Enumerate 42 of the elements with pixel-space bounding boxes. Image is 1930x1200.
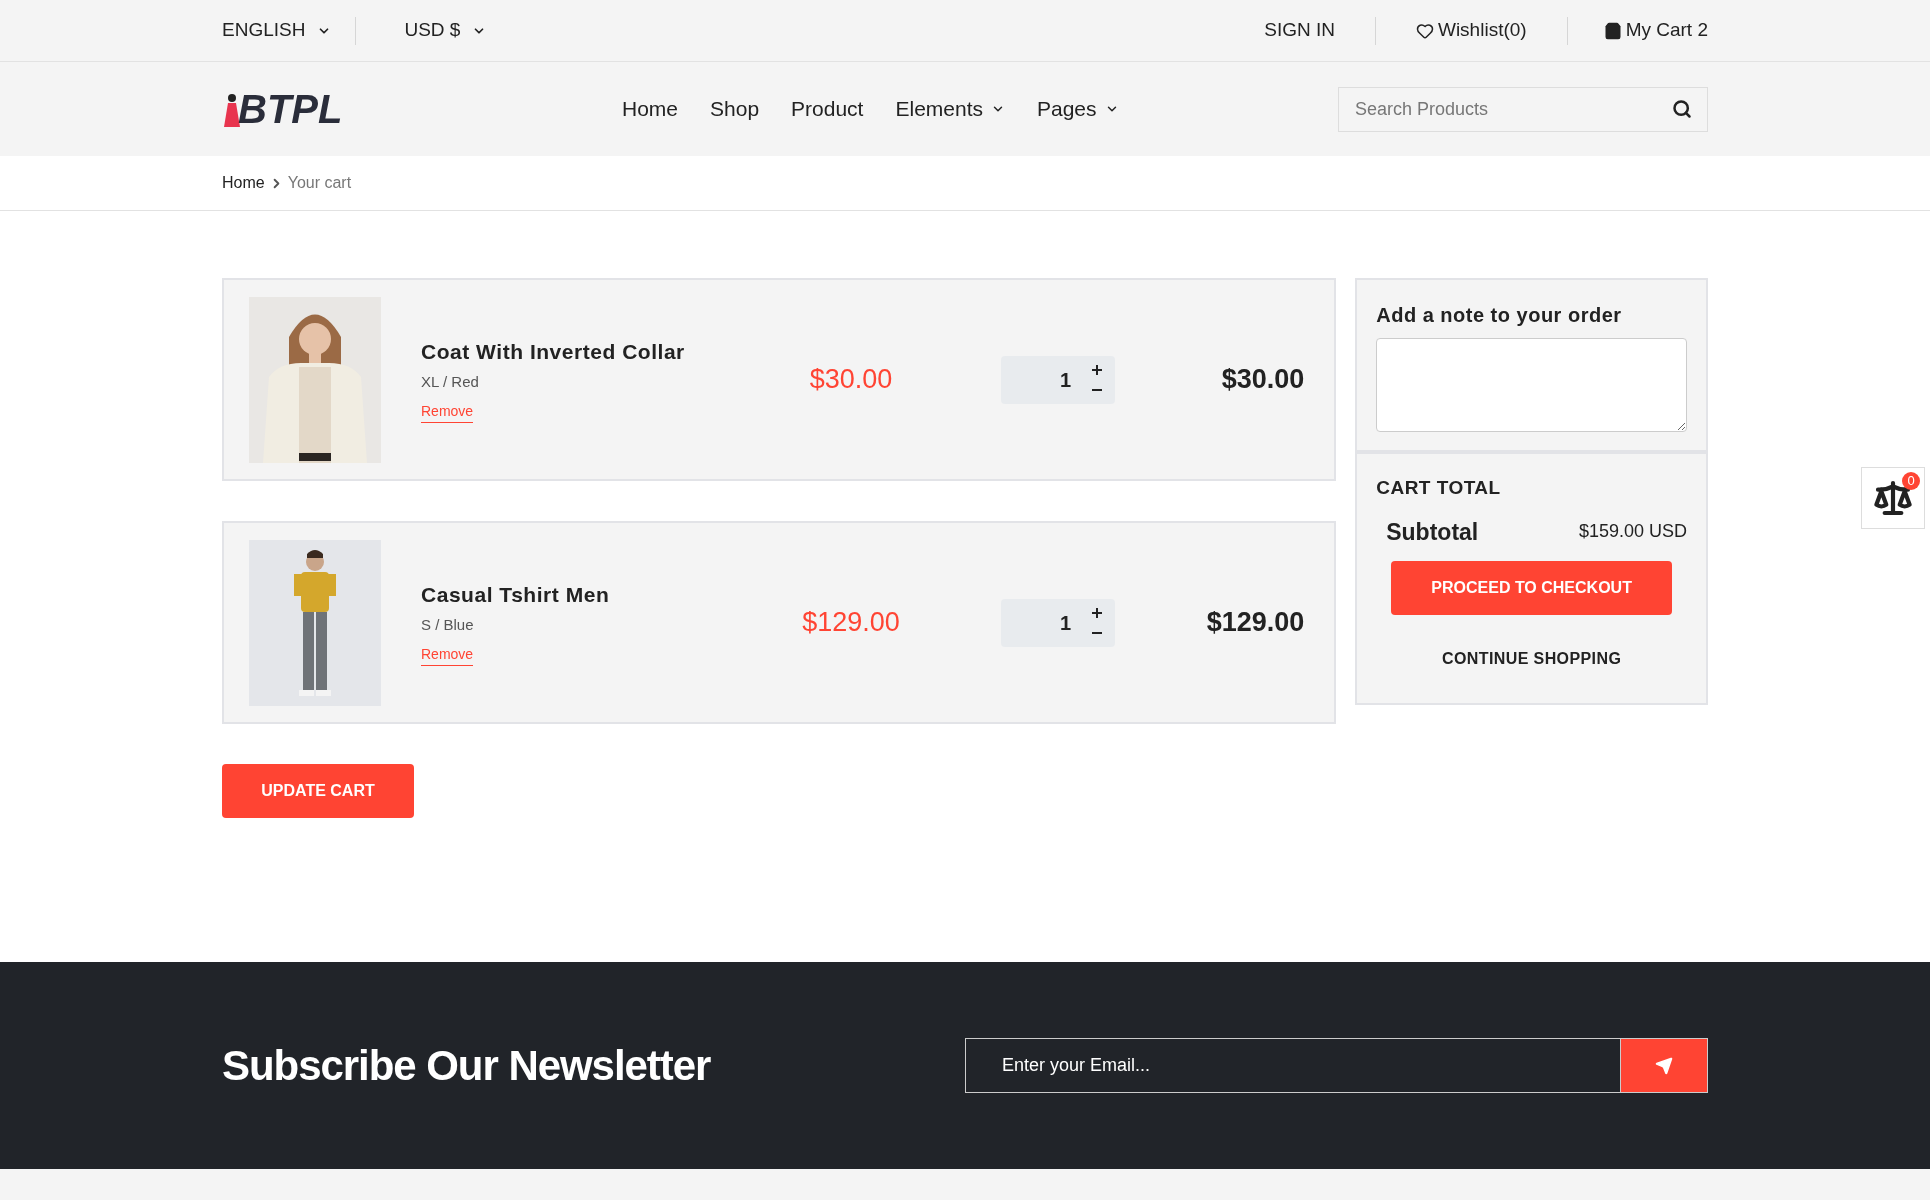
logo[interactable]: BTPL [238,89,343,129]
unit-price: $30.00 [808,363,894,397]
breadcrumb-current: Your cart [287,173,352,193]
cart-link[interactable]: My Cart 2 [1567,16,1708,45]
subtotal-label: Subtotal [1386,517,1479,547]
search-field[interactable]: Search Products [1338,86,1708,132]
quantity-stepper[interactable]: 1 [1001,355,1115,404]
subtotal-value: $159.00 USD [1578,520,1687,544]
line-total: $30.00 [1221,363,1305,397]
subscribe-button[interactable] [1620,1038,1708,1093]
nav-link[interactable]: Shop [710,93,760,125]
nav-link[interactable]: Home [622,93,679,125]
wishlist-link[interactable]: Wishlist(0) [1375,16,1567,45]
product-name[interactable]: Casual Tshirt Men [421,578,751,610]
unit-price: $129.00 [801,606,901,640]
count-badge: 0 [1902,472,1920,490]
note-field[interactable] [1376,338,1687,432]
product-name[interactable]: Coat With Inverted Collar [421,335,751,367]
nav-link[interactable]: Product [791,93,864,125]
currency-dropdown[interactable]: USD $ [356,16,487,45]
line-total: $129.00 [1206,606,1305,640]
continue-shopping-link[interactable]: CONTINUE SHOPPING [1442,647,1622,671]
quantity-value: 1 [1059,367,1071,393]
language-dropdown[interactable]: ENGLISH [222,16,356,45]
nav-link[interactable]: Pages [1037,93,1119,125]
quantity-stepper[interactable]: 1 [1001,598,1115,647]
sign-in-link[interactable]: SIGN IN [1264,16,1375,45]
send-icon [1655,1056,1673,1075]
newsletter-title: Subscribe Our Newsletter [222,1041,711,1091]
product-variant: XL / Red [421,371,480,392]
scale-icon [1873,478,1913,518]
heart-icon [1415,21,1434,40]
plus-icon[interactable] [1091,363,1103,376]
plus-icon[interactable] [1091,606,1103,619]
email-field[interactable]: Enter your Email... [965,1038,1620,1093]
cart-total-heading: CART TOTAL [1376,476,1502,500]
quantity-value: 1 [1059,610,1071,636]
breadcrumb-link[interactable]: Home [222,171,265,195]
nav-link[interactable]: Elements [895,93,1005,125]
note-label: Add a note to your order [1376,303,1623,328]
search-icon[interactable] [1672,98,1692,119]
product-variant: S / Blue [421,614,475,635]
